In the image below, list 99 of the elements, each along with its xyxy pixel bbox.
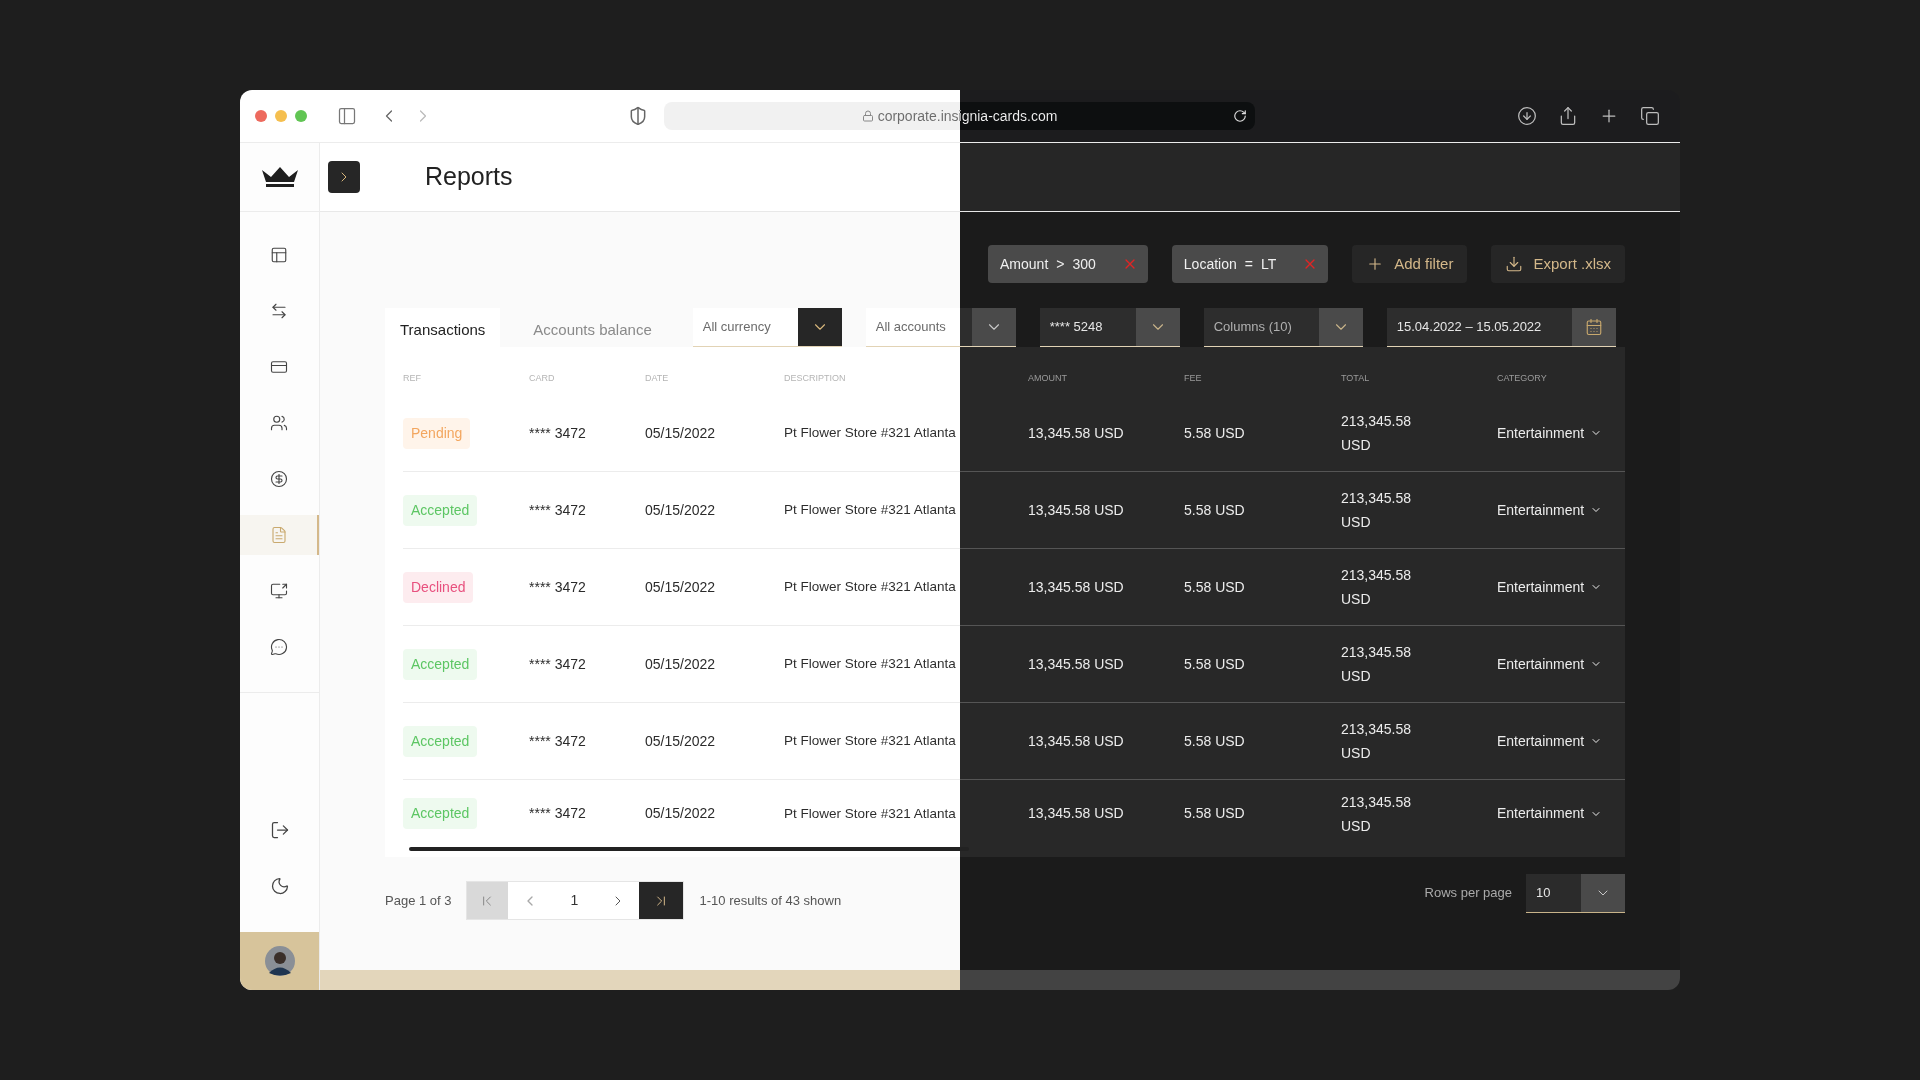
calendar-icon	[1584, 318, 1603, 336]
column-header: CATEGORY	[1497, 373, 1547, 383]
select-field[interactable]: **** 5248	[1039, 308, 1180, 347]
status-badge: Declined	[403, 571, 474, 603]
close-window-button[interactable]	[255, 110, 267, 122]
table-cell: 5.58 USD	[1184, 578, 1245, 595]
credit-card-icon	[269, 358, 288, 376]
table-cell: 5.58 USD	[1184, 805, 1245, 821]
dollar-icon	[269, 470, 288, 488]
results-summary: 1-10 results of 43 shown	[699, 891, 842, 910]
table-cell: 13,345.58 USD	[1028, 805, 1124, 821]
table-cell: 05/15/2022	[645, 732, 716, 749]
logout-icon[interactable]	[269, 820, 290, 840]
table-cell: 5.58 USD	[1184, 501, 1245, 518]
filter-chip[interactable]: Amount > 300	[988, 245, 1148, 283]
scrollbar[interactable]	[409, 847, 969, 851]
select-field[interactable]: All currency	[692, 308, 842, 347]
status-badge: Accepted	[403, 798, 478, 829]
column-header: DATE	[645, 373, 669, 383]
filter-field: Location	[1183, 253, 1237, 275]
column-header: TOTAL	[1341, 373, 1370, 383]
rows-per-page-label: Rows per page	[1424, 884, 1512, 903]
table-cell-text: 213,345.58 USD	[1341, 720, 1413, 763]
page-number: 1	[569, 891, 580, 910]
status-badge: Accepted	[403, 494, 478, 526]
moon-icon[interactable]	[269, 876, 290, 896]
share-icon[interactable]	[1558, 106, 1578, 126]
category-dropdown[interactable]: Entertainment	[1497, 422, 1603, 444]
table-cell: 13,345.58 USD	[1028, 578, 1124, 595]
download-icon[interactable]	[1517, 106, 1537, 126]
tabs-icon[interactable]	[1640, 106, 1660, 126]
screen-share-icon	[269, 582, 288, 600]
table-cell: **** 3472	[529, 424, 586, 441]
lock-icon	[861, 110, 874, 122]
column-header: AMOUNT	[1028, 373, 1067, 383]
table-cell: **** 3472	[529, 501, 586, 518]
table-cell: 13,345.58 USD	[1028, 732, 1124, 749]
table-cell-text: 213,345.58 USD	[1341, 566, 1413, 609]
column-header: CARD	[529, 373, 555, 383]
table-cell: **** 3472	[529, 655, 586, 672]
tab[interactable]: Transactions	[385, 308, 501, 347]
table-cell: 13,345.58 USD	[1028, 424, 1124, 441]
category-dropdown[interactable]: Entertainment	[1497, 730, 1603, 752]
select-field[interactable]: All accounts	[865, 308, 1016, 347]
download-icon	[1505, 255, 1524, 273]
category-dropdown[interactable]: Entertainment	[1497, 499, 1603, 521]
table-cell-text: 213,345.58 USD	[1341, 643, 1413, 686]
table-cell: 05/15/2022	[645, 424, 716, 441]
filter-operator: >	[1056, 254, 1065, 274]
date-range-field[interactable]: 15.04.2022 – 15.05.2022	[1386, 308, 1616, 347]
table-cell: 05/15/2022	[645, 501, 716, 518]
table-cell-text: 213,345.58 USD	[1341, 412, 1413, 455]
column-header: REF	[403, 373, 421, 383]
table-cell-text: 213,345.58 USD	[1341, 489, 1413, 532]
filter-field: Amount	[1000, 253, 1049, 275]
category-dropdown[interactable]: Entertainment	[1497, 653, 1603, 675]
document-icon	[269, 526, 288, 544]
column-header: DESCRIPTION	[784, 373, 846, 383]
table-cell: 05/15/2022	[645, 578, 716, 595]
select-field[interactable]: Columns (10)	[1203, 308, 1363, 347]
filter-value: 300	[1072, 254, 1096, 274]
filter-operator: =	[1244, 254, 1253, 274]
column-header: FEE	[1184, 373, 1202, 383]
rows-per-page-select[interactable]: 10	[1526, 873, 1625, 913]
filter-value: LT	[1260, 254, 1277, 274]
shield-icon[interactable]	[628, 106, 648, 126]
users-icon	[269, 414, 288, 432]
page-title: Reports	[425, 161, 513, 193]
table-cell: **** 3472	[529, 578, 586, 595]
reload-icon[interactable]	[1233, 109, 1247, 123]
table-cell: 5.58 USD	[1184, 732, 1245, 749]
table-cell: 05/15/2022	[645, 805, 716, 821]
status-badge: Accepted	[403, 725, 478, 757]
expand-button[interactable]	[328, 161, 360, 193]
table-cell: **** 3472	[529, 732, 586, 749]
status-badge: Accepted	[403, 648, 478, 680]
category-dropdown[interactable]: Entertainment	[1497, 803, 1603, 824]
crown-logo	[260, 166, 299, 188]
add-filter-button[interactable]: Add filter	[1352, 245, 1468, 283]
minimize-window-button[interactable]	[275, 110, 287, 122]
table-cell: 5.58 USD	[1184, 655, 1245, 672]
last-page-button[interactable]	[638, 882, 683, 919]
category-dropdown[interactable]: Entertainment	[1497, 576, 1603, 598]
chat-icon	[269, 638, 288, 656]
page-label: Page 1 of 3	[385, 891, 452, 910]
status-badge: Pending	[403, 417, 471, 449]
table-cell: 13,345.58 USD	[1028, 501, 1124, 518]
table-cell-text: 213,345.58 USD	[1341, 792, 1413, 836]
export-button[interactable]: Export .xlsx	[1491, 245, 1625, 283]
arrows-icon	[269, 302, 288, 320]
avatar[interactable]	[264, 946, 295, 976]
filter-chip[interactable]: Location = LT	[1171, 245, 1329, 283]
table-cell: 13,345.58 USD	[1028, 655, 1124, 672]
sidebar-toggle-icon[interactable]	[337, 106, 357, 126]
maximize-window-button[interactable]	[295, 110, 307, 122]
layout-icon	[269, 246, 288, 264]
table-cell: 5.58 USD	[1184, 424, 1245, 441]
table-cell: **** 3472	[529, 805, 586, 821]
table-cell: 05/15/2022	[645, 655, 716, 672]
